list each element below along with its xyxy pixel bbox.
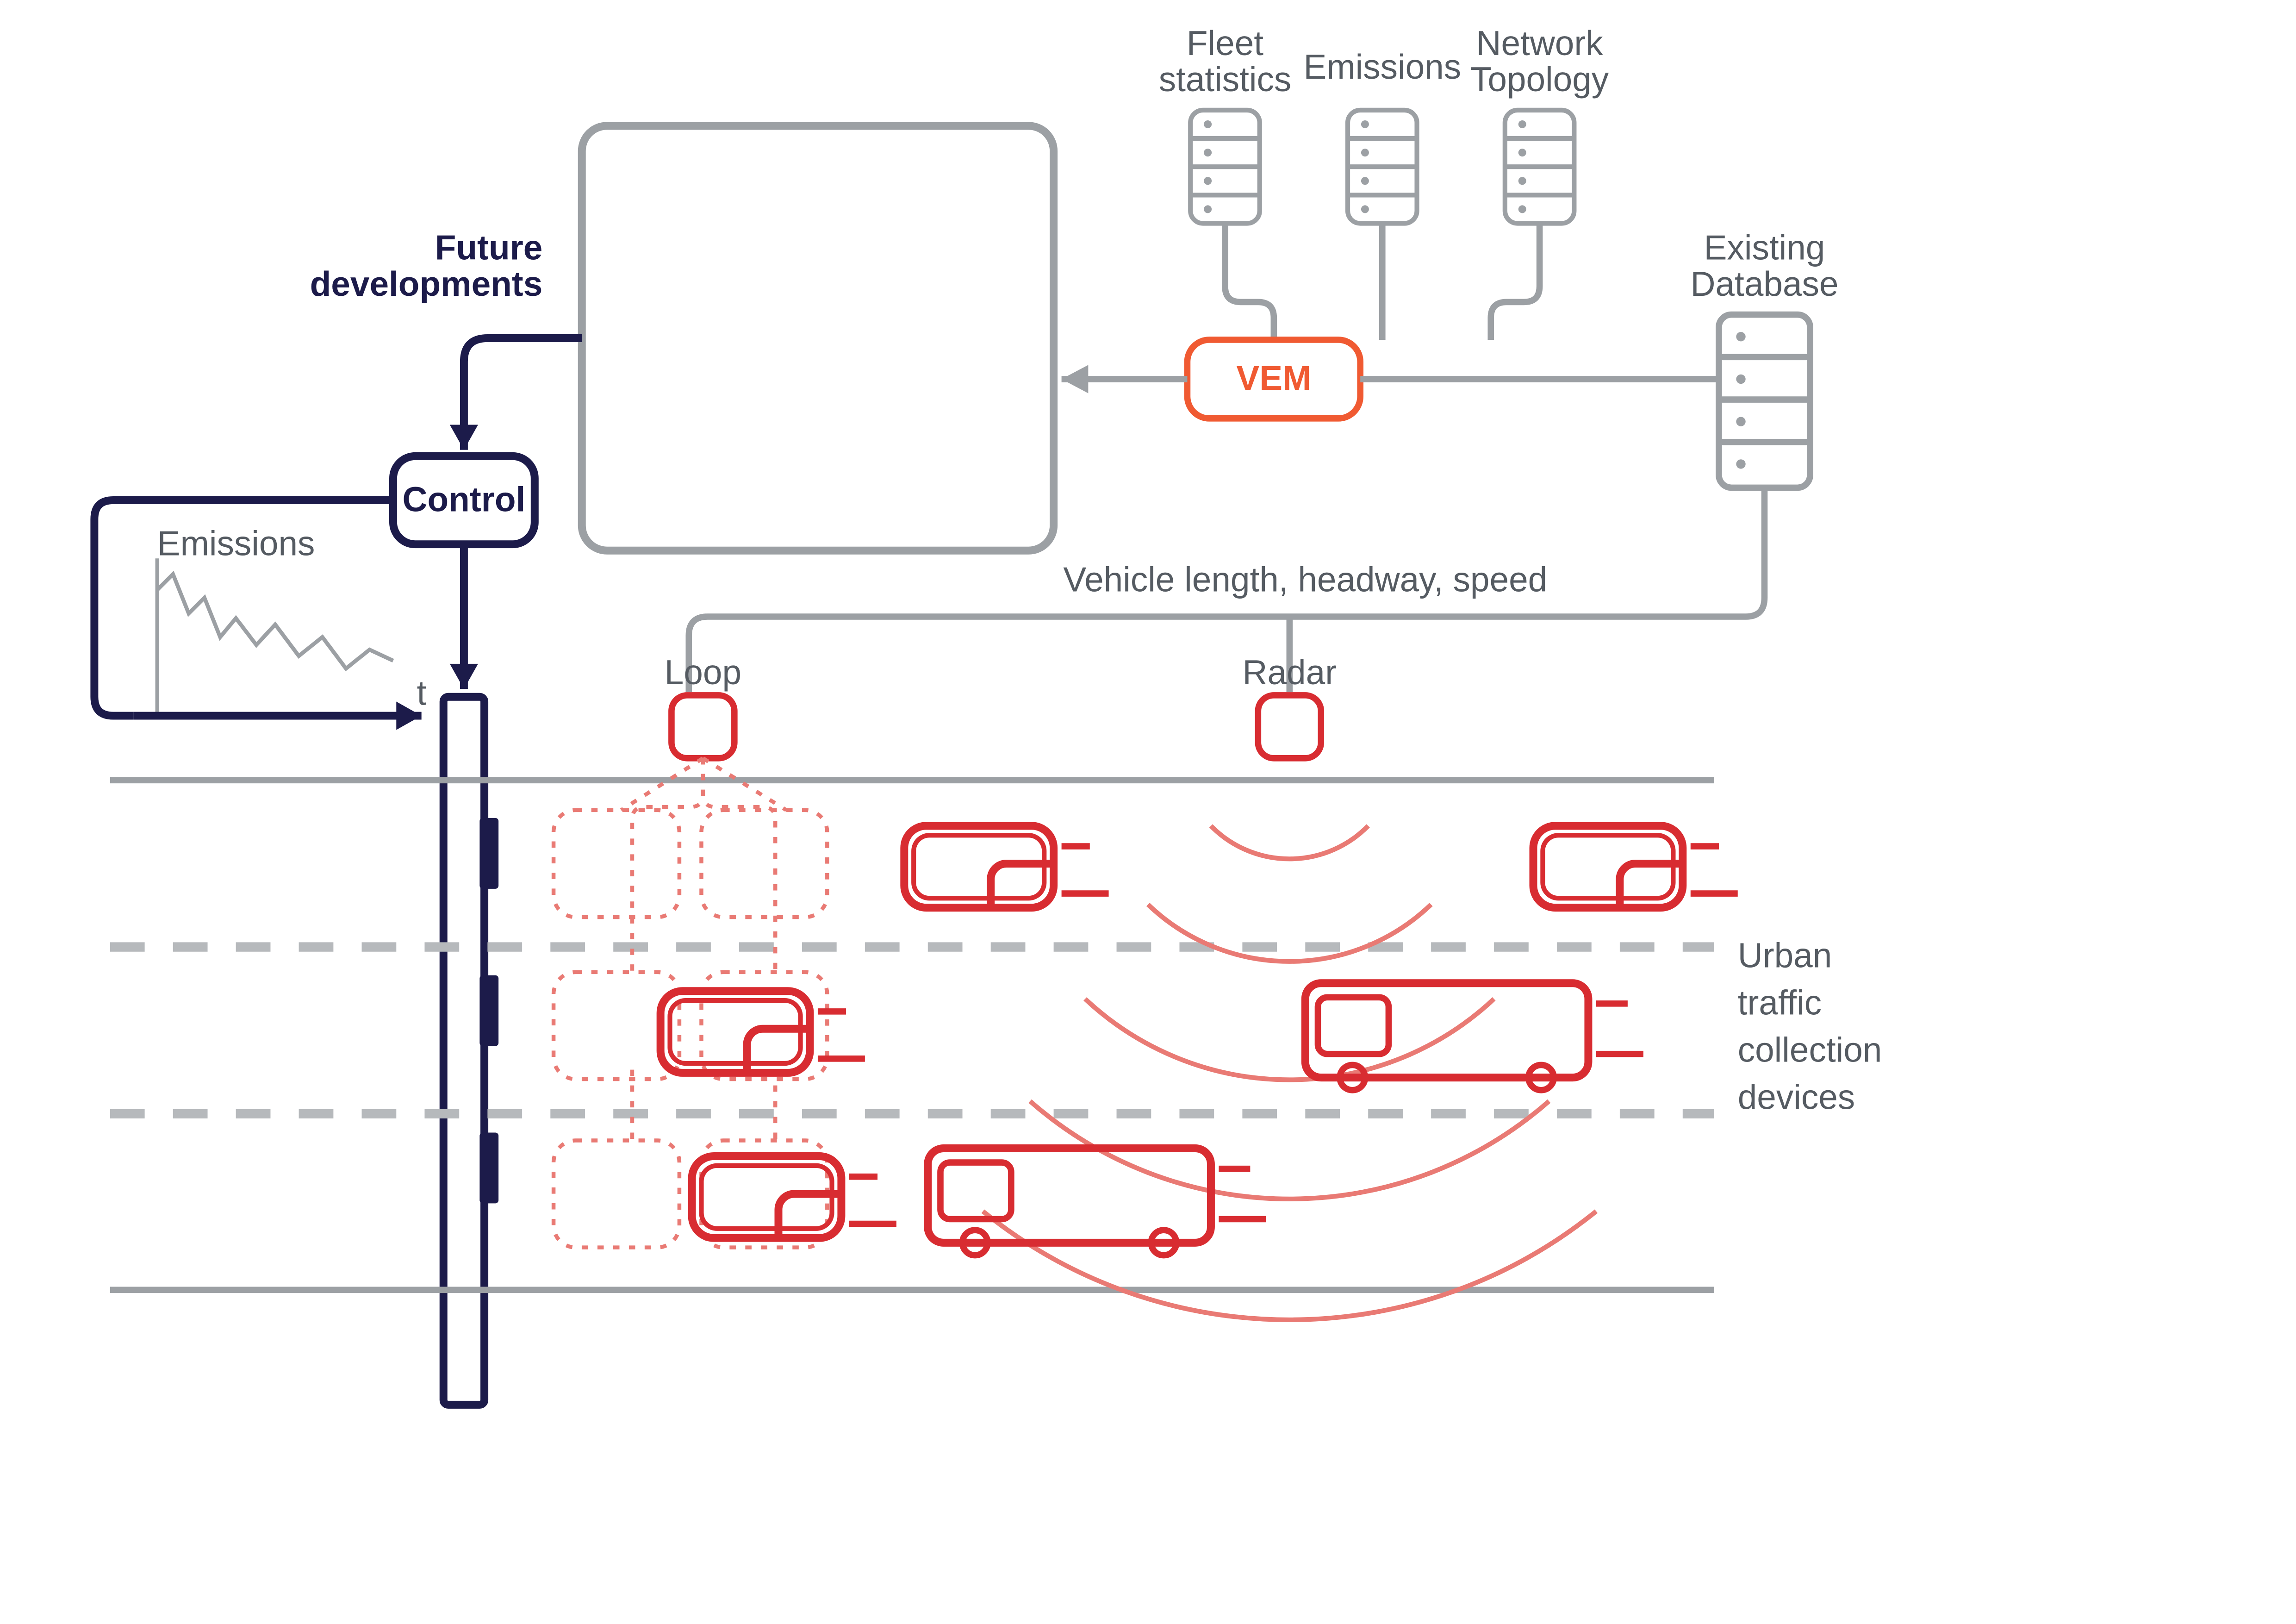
side-2: traffic (1738, 983, 1822, 1022)
control-text: Control (403, 480, 526, 518)
label-future-1: Future (435, 228, 543, 267)
svg-text:Emissions: Emissions (157, 524, 315, 562)
label-existing-2: Database (1690, 264, 1838, 303)
side-3: collection (1738, 1031, 1882, 1069)
side-1: Urban (1738, 936, 1832, 975)
vem-text: VEM (1236, 359, 1311, 398)
server-emissions (1348, 110, 1417, 224)
label-emissions-top: Emissions (1303, 47, 1461, 86)
emissions-chart: Emissions t (157, 524, 427, 716)
vehicle (660, 991, 865, 1073)
side-4: devices (1738, 1078, 1855, 1117)
vehicle-truck (928, 1148, 1266, 1255)
label-future-2: developments (310, 264, 543, 303)
loop-sensor (672, 695, 734, 758)
data-line: Vehicle length, headway, speed (1063, 560, 1547, 599)
label-fleet-2: statistics (1159, 60, 1292, 99)
label-fleet-1: Fleet (1187, 24, 1263, 62)
server-fleet (1190, 110, 1260, 224)
label-network-1: Network (1476, 24, 1604, 62)
big-box (582, 126, 1053, 550)
label-loop: Loop (665, 653, 741, 692)
server-existing (1719, 315, 1810, 488)
server-network (1505, 110, 1574, 224)
label-existing-1: Existing (1704, 228, 1825, 267)
radar-sensor (1258, 695, 1321, 758)
traffic-light (443, 697, 498, 1405)
vehicle-truck (1305, 983, 1643, 1090)
svg-text:t: t (417, 673, 426, 712)
vehicle (1533, 826, 1738, 908)
label-radar: Radar (1243, 653, 1337, 692)
vehicle (692, 1156, 896, 1238)
diagram: Fleet statistics Emissions Network Topol… (0, 0, 2296, 1620)
label-network-2: Topology (1470, 60, 1609, 99)
vehicle (904, 826, 1109, 908)
